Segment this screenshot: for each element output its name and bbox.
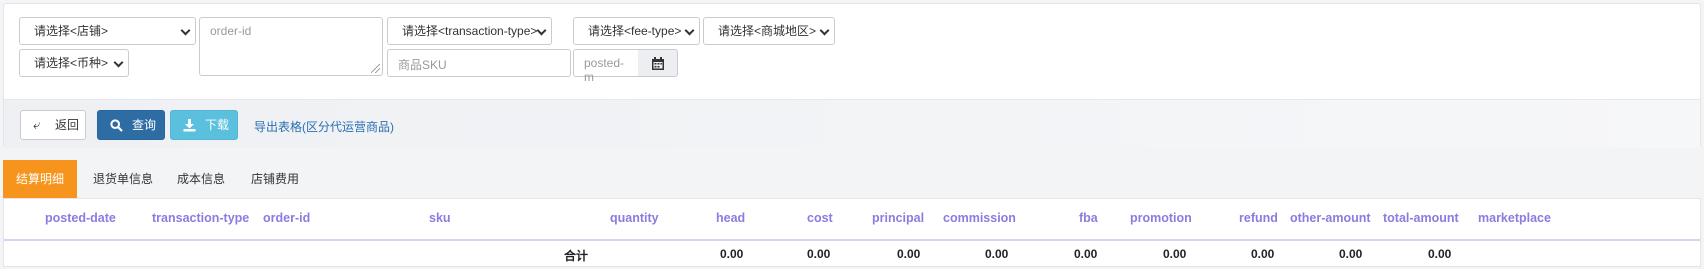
tab-store-fees[interactable]: 店铺费用 <box>251 160 299 199</box>
order-id-textarea[interactable]: order-id <box>199 17 383 76</box>
column-header[interactable]: other-amount <box>1290 211 1371 225</box>
download-button[interactable]: 下载 <box>170 110 238 140</box>
column-header[interactable]: promotion <box>1130 211 1192 225</box>
total-row-label: 合计 <box>564 249 589 263</box>
fee-type-select[interactable]: 请选择<fee-type> <box>573 17 700 45</box>
sku-input[interactable]: 商品SKU <box>387 49 571 77</box>
column-header[interactable]: total-amount <box>1383 211 1459 225</box>
tab-settlement-details[interactable]: 结算明细 <box>3 160 77 199</box>
currency-select[interactable]: 请选择<币种> <box>19 49 129 77</box>
header-divider <box>4 239 1700 241</box>
total-total-amount: 0.00 <box>1428 247 1452 261</box>
total-refund: 0.00 <box>1251 247 1275 261</box>
column-header[interactable]: sku <box>429 211 451 225</box>
settlement-table: posted-date transaction-type order-id sk… <box>3 199 1701 267</box>
column-header[interactable]: refund <box>1239 211 1278 225</box>
chevron-down-icon <box>180 25 191 36</box>
column-header[interactable]: posted-date <box>45 211 116 225</box>
store-select-value: 请选择<店铺> <box>34 24 109 38</box>
transaction-type-select-value: 请选择<transaction-type> <box>402 24 538 38</box>
calendar-button[interactable] <box>638 49 678 77</box>
column-header[interactable]: principal <box>872 211 924 225</box>
column-header[interactable]: fba <box>1079 211 1098 225</box>
chevron-down-icon <box>819 25 830 36</box>
download-icon <box>183 119 196 132</box>
currency-select-value: 请选择<币种> <box>34 56 109 70</box>
tab-bar: 结算明细 退货单信息 成本信息 店铺费用 <box>3 160 1701 199</box>
column-header[interactable]: head <box>716 211 745 225</box>
column-header[interactable]: order-id <box>263 211 310 225</box>
total-head: 0.00 <box>720 247 744 261</box>
search-icon <box>110 119 123 132</box>
chevron-down-icon <box>684 25 695 36</box>
total-cost: 0.00 <box>807 247 831 261</box>
filter-panel: 请选择<店铺> order-id 请选择<transaction-type> 请… <box>3 3 1701 148</box>
order-id-placeholder: order-id <box>210 24 252 38</box>
download-button-label: 下载 <box>205 118 230 132</box>
total-fba: 0.00 <box>1074 247 1098 261</box>
column-header[interactable]: cost <box>807 211 833 225</box>
total-principal: 0.00 <box>897 247 921 261</box>
marketplace-select-value: 请选择<商城地区> <box>718 24 817 38</box>
column-header[interactable]: quantity <box>610 211 659 225</box>
back-button-label: 返回 <box>55 118 80 132</box>
posted-date-placeholder: posted-m <box>584 56 625 84</box>
total-other-amount: 0.00 <box>1339 247 1363 261</box>
reply-arrow-icon: ⤶ <box>33 117 41 132</box>
query-button[interactable]: 查询 <box>97 110 165 140</box>
store-select[interactable]: 请选择<店铺> <box>19 17 196 45</box>
column-header[interactable]: commission <box>943 211 1016 225</box>
total-commission: 0.00 <box>985 247 1009 261</box>
chevron-down-icon <box>113 57 124 68</box>
transaction-type-select[interactable]: 请选择<transaction-type> <box>387 17 552 45</box>
calendar-icon <box>652 57 664 70</box>
export-table-link[interactable]: 导出表格(区分代运营商品) <box>254 118 394 135</box>
resize-handle-icon[interactable] <box>371 64 380 73</box>
column-header[interactable]: marketplace <box>1478 211 1551 225</box>
tab-return-orders[interactable]: 退货单信息 <box>93 160 153 199</box>
marketplace-select[interactable]: 请选择<商城地区> <box>703 17 835 45</box>
query-button-label: 查询 <box>132 118 157 132</box>
column-header[interactable]: transaction-type <box>152 211 249 225</box>
sku-placeholder: 商品SKU <box>398 58 447 72</box>
fee-type-select-value: 请选择<fee-type> <box>588 24 682 38</box>
chevron-down-icon <box>536 25 547 36</box>
tab-cost-info[interactable]: 成本信息 <box>177 160 225 199</box>
back-button[interactable]: ⤶ 返回 <box>20 110 86 140</box>
posted-date-input[interactable]: posted-m <box>573 49 639 84</box>
action-toolbar: ⤶ 返回 查询 下载 导出表格(区分代运营商品) <box>4 99 1700 148</box>
total-promotion: 0.00 <box>1163 247 1187 261</box>
